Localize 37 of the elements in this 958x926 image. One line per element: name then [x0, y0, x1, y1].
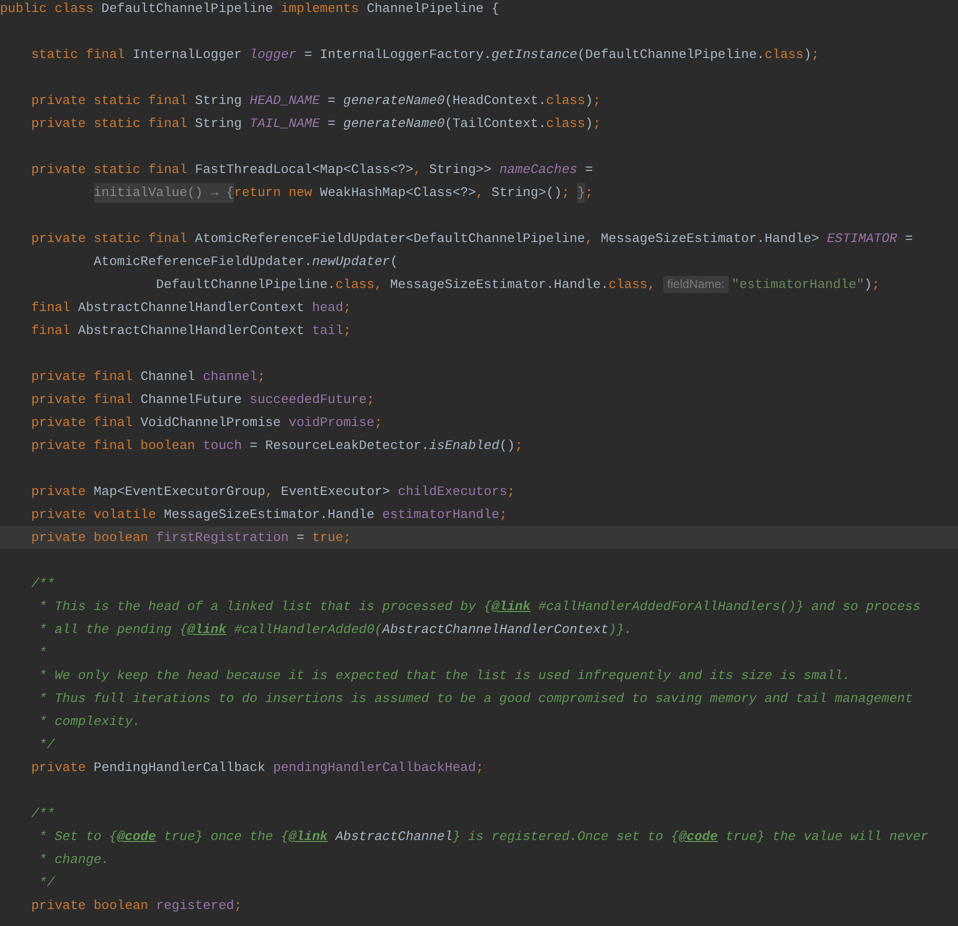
- comment-text: /**: [31, 576, 55, 591]
- comment-text: * We only keep the head because it is expected that the list is used infrequently and its size is small.: [39, 668, 850, 683]
- code-text: private Map<EventExecutorGroup, EventExecutor> childExecutors;: [31, 484, 515, 499]
- code-text: AtomicReferenceFieldUpdater.newUpdater(: [94, 254, 398, 269]
- code-text: private final Channel channel;: [31, 369, 266, 384]
- comment-text: * This is the head of a linked list that is processed by {@link #callHandlerAddedForAllHandlers()} and so process: [39, 599, 921, 614]
- code-text: private boolean registered;: [31, 898, 242, 913]
- code-text: return new WeakHashMap<Class<?>, String>();: [234, 185, 571, 200]
- comment-text: * all the pending {@link #callHandlerAdded0(AbstractChannelHandlerContext)}.: [39, 622, 632, 637]
- comment-text: */: [39, 737, 55, 752]
- code-text: private PendingHandlerCallback pendingHandlerCallbackHead;: [31, 760, 484, 775]
- comment-text: *: [39, 645, 47, 660]
- code-text: final AbstractChannelHandlerContext head;: [31, 300, 352, 315]
- comment-text: */: [39, 875, 55, 890]
- code-text: final AbstractChannelHandlerContext tail;: [31, 323, 352, 338]
- comment-text: * Set to {@code true} once the {@link AbstractChannel} is registered.Once set to {@code true} the value will never: [39, 829, 928, 844]
- folded-code[interactable]: initialValue() → {: [94, 183, 234, 203]
- code-text: private final VoidChannelPromise voidPromise;: [31, 415, 382, 430]
- code-text: private boolean firstRegistration = true;: [31, 530, 352, 545]
- code-text: ;: [585, 185, 593, 200]
- parameter-hint: fieldName:: [663, 276, 729, 293]
- comment-text: /**: [31, 806, 55, 821]
- comment-text: * complexity.: [39, 714, 140, 729]
- code-text: private volatile MessageSizeEstimator.Handle estimatorHandle;: [31, 507, 508, 522]
- code-text: private final ChannelFuture succeededFuture;: [31, 392, 374, 407]
- code-text: private static final FastThreadLocal<Map<Class<?>, String>> nameCaches =: [31, 162, 593, 177]
- comment-text: * change.: [39, 852, 110, 867]
- code-text: DefaultChannelPipeline.class, MessageSizeEstimator.Handle.class,: [156, 277, 656, 292]
- folded-code[interactable]: }: [577, 183, 586, 203]
- code-text: private static final AtomicReferenceFieldUpdater<DefaultChannelPipeline, MessageSizeEstimator.Handle> ESTIMATOR =: [31, 231, 913, 246]
- code-text: "estimatorHandle");: [732, 277, 880, 292]
- code-text: public class DefaultChannelPipeline implements ChannelPipeline {: [0, 1, 500, 16]
- code-text: private final boolean touch = ResourceLeakDetector.isEnabled();: [31, 438, 523, 453]
- code-text: private static final String TAIL_NAME = generateName0(TailContext.class);: [31, 116, 601, 131]
- comment-text: * Thus full iterations to do insertions is assumed to be a good compromised to saving memory and tail management: [39, 691, 913, 706]
- code-text: static final InternalLogger logger = InternalLoggerFactory.getInstance(DefaultChannelPipeline.class);: [31, 47, 820, 62]
- code-text: private static final String HEAD_NAME = generateName0(HeadContext.class);: [31, 93, 601, 108]
